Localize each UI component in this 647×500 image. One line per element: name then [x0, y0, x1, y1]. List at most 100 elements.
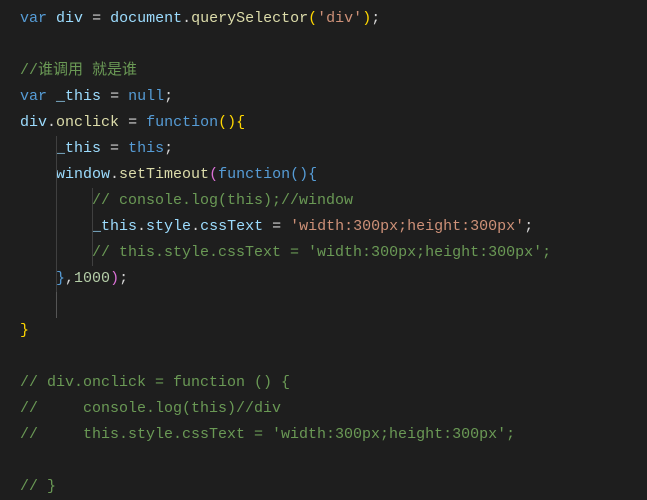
- token-op: =: [110, 140, 119, 157]
- token-op: =: [92, 10, 101, 27]
- token-pn: [263, 218, 272, 235]
- token-pn: [119, 114, 128, 131]
- token-cm: // console.log(this);//window: [92, 192, 353, 209]
- token-br1: {: [236, 114, 245, 131]
- code-line: [20, 32, 647, 58]
- code-line: // div.onclick = function () {: [20, 370, 647, 396]
- token-kw: var: [20, 88, 47, 105]
- token-br2: (: [209, 166, 218, 183]
- token-pn: [20, 36, 29, 53]
- token-pn: ;: [164, 140, 173, 157]
- token-vr: _this: [92, 218, 137, 235]
- code-line: // }: [20, 474, 647, 500]
- code-line: var div = document.querySelector('div');: [20, 6, 647, 32]
- indent-guide: [56, 188, 57, 214]
- token-str: 'width:300px;height:300px': [290, 218, 524, 235]
- token-pn: [20, 348, 29, 365]
- token-pn: .: [47, 114, 56, 131]
- code-line: //谁调用 就是谁: [20, 58, 647, 84]
- token-pn: [20, 270, 56, 287]
- token-cm: // }: [20, 478, 56, 495]
- token-br3: }: [56, 270, 65, 287]
- code-line: // console.log(this);//window: [20, 188, 647, 214]
- token-cm: // this.style.cssText = 'width:300px;hei…: [20, 426, 515, 443]
- token-pn: .: [182, 10, 191, 27]
- code-line: [20, 292, 647, 318]
- indent-guide: [92, 214, 93, 240]
- token-pn: .: [137, 218, 146, 235]
- code-line: [20, 344, 647, 370]
- token-pn: [101, 88, 110, 105]
- token-cm: // this.style.cssText = 'width:300px;hei…: [92, 244, 551, 261]
- token-pn: [101, 140, 110, 157]
- token-pn: [119, 88, 128, 105]
- code-line: var _this = null;: [20, 84, 647, 110]
- token-br2: ): [110, 270, 119, 287]
- code-editor: var div = document.querySelector('div');…: [0, 0, 647, 500]
- token-pn: [281, 218, 290, 235]
- token-br1: }: [20, 322, 29, 339]
- token-str: 'div': [317, 10, 362, 27]
- code-line: _this.style.cssText = 'width:300px;heigh…: [20, 214, 647, 240]
- indent-guide: [56, 162, 57, 188]
- token-kw: null: [128, 88, 164, 105]
- token-pn: ,: [65, 270, 74, 287]
- token-pn: ;: [371, 10, 380, 27]
- code-line: // console.log(this)//div: [20, 396, 647, 422]
- token-vr: cssText: [200, 218, 263, 235]
- code-line: div.onclick = function(){: [20, 110, 647, 136]
- token-cm: // console.log(this)//div: [20, 400, 281, 417]
- token-pn: [20, 452, 29, 469]
- token-pn: [119, 140, 128, 157]
- token-cm: //谁调用 就是谁: [20, 62, 137, 79]
- token-pn: .: [110, 166, 119, 183]
- token-op: =: [272, 218, 281, 235]
- token-pn: [47, 10, 56, 27]
- token-vr: document: [110, 10, 182, 27]
- token-pn: [20, 166, 56, 183]
- code-line: [20, 448, 647, 474]
- token-br1: (: [308, 10, 317, 27]
- token-vr: _this: [56, 140, 101, 157]
- token-pn: ;: [119, 270, 128, 287]
- code-line: },1000);: [20, 266, 647, 292]
- indent-guide: [92, 188, 93, 214]
- code-line: window.setTimeout(function(){: [20, 162, 647, 188]
- token-pn: [20, 296, 29, 313]
- code-line: // this.style.cssText = 'width:300px;hei…: [20, 422, 647, 448]
- token-op: =: [110, 88, 119, 105]
- token-kw: var: [20, 10, 47, 27]
- token-fn: setTimeout: [119, 166, 209, 183]
- token-kw: function: [146, 114, 218, 131]
- token-fn: querySelector: [191, 10, 308, 27]
- token-op: =: [128, 114, 137, 131]
- token-vr: div: [56, 10, 83, 27]
- code-line: // this.style.cssText = 'width:300px;hei…: [20, 240, 647, 266]
- code-line: _this = this;: [20, 136, 647, 162]
- token-cm: // div.onclick = function () {: [20, 374, 290, 391]
- indent-guide: [56, 266, 57, 292]
- token-pn: [47, 88, 56, 105]
- token-br1: (): [218, 114, 236, 131]
- indent-guide: [56, 214, 57, 240]
- token-vr: _this: [56, 88, 101, 105]
- token-fn: onclick: [56, 114, 119, 131]
- token-vr: style: [146, 218, 191, 235]
- indent-guide: [92, 240, 93, 266]
- indent-guide: [56, 292, 57, 318]
- token-pn: [137, 114, 146, 131]
- token-br3: {: [308, 166, 317, 183]
- token-pn: [101, 10, 110, 27]
- token-pn: ;: [164, 88, 173, 105]
- code-line: }: [20, 318, 647, 344]
- indent-guide: [56, 240, 57, 266]
- token-pn: [83, 10, 92, 27]
- token-num: 1000: [74, 270, 110, 287]
- token-br3: (): [290, 166, 308, 183]
- token-kw: this: [128, 140, 164, 157]
- indent-guide: [56, 136, 57, 162]
- token-kw: function: [218, 166, 290, 183]
- token-vr: div: [20, 114, 47, 131]
- token-pn: [20, 140, 56, 157]
- token-vr: window: [56, 166, 110, 183]
